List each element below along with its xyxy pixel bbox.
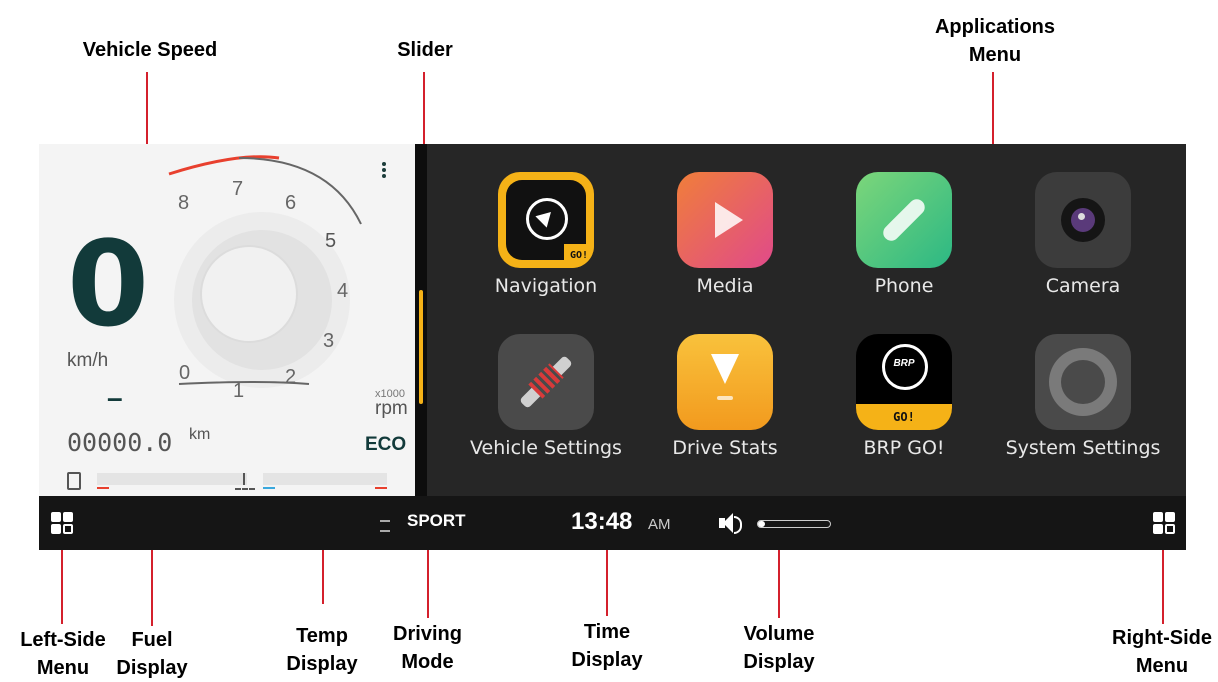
gear-icon[interactable] — [1035, 334, 1131, 430]
app-media[interactable]: Media — [635, 172, 815, 297]
temp-cold-marker — [263, 487, 275, 489]
app-brp-go[interactable]: BRP GO! BRP GO! — [814, 334, 994, 459]
clock-time: 13:48 — [571, 508, 633, 535]
speed-value: 0 — [67, 215, 150, 353]
app-label: System Settings — [1005, 437, 1161, 459]
volume-fill — [758, 521, 766, 527]
rpm-tick-2: 2 — [285, 366, 297, 388]
leader-slider — [423, 72, 425, 150]
rpm-tick-8: 8 — [178, 192, 190, 214]
rpm-unit: rpm — [375, 398, 408, 419]
temp-bar — [263, 473, 387, 485]
leader-driving-mode — [427, 540, 429, 618]
left-side-menu-button[interactable] — [51, 512, 73, 534]
drive-mode-label[interactable]: SPORT — [407, 511, 466, 531]
rpm-tick-7: 7 — [232, 178, 244, 200]
right-side-menu-button[interactable] — [1153, 512, 1175, 534]
coolant-temp-icon — [235, 470, 255, 490]
fuel-bar — [97, 473, 247, 485]
callout-driving-mode: Driving Mode — [393, 623, 462, 673]
screen-slider[interactable] — [415, 144, 427, 496]
app-label: Navigation — [494, 275, 598, 297]
app-phone[interactable]: Phone — [814, 172, 994, 297]
leader-vehicle-speed — [146, 72, 148, 148]
volume-speaker-icon[interactable] — [719, 511, 743, 535]
callout-temp-display: Temp Display — [286, 625, 358, 675]
app-label: Media — [696, 275, 754, 297]
callout-left-side-menu: Left-Side Menu — [20, 629, 106, 679]
rpm-tick-6: 6 — [285, 192, 297, 214]
app-camera[interactable]: Camera — [993, 172, 1173, 297]
leader-left-side-menu — [61, 540, 63, 624]
speed-unit: km/h — [67, 350, 109, 371]
options-kebab-icon[interactable] — [382, 162, 388, 178]
rpm-tick-4: 4 — [337, 280, 349, 302]
app-navigation[interactable]: GO! Navigation — [456, 172, 636, 297]
eco-indicator: ECO — [365, 434, 407, 455]
leader-time-display — [606, 540, 608, 616]
rpm-tick-3: 3 — [323, 330, 335, 352]
app-drive-stats[interactable]: Drive Stats — [635, 334, 815, 459]
rpm-tick-1: 1 — [233, 380, 245, 402]
slider-handle[interactable] — [419, 290, 423, 404]
rpm-tick-0: 0 — [179, 362, 191, 384]
brp-logo-icon[interactable]: BRP GO! — [856, 334, 952, 430]
app-label: Camera — [1045, 275, 1121, 297]
callout-time-display: Time Display — [571, 621, 643, 671]
bottom-status-bar: SPORT 13:48 AM — [39, 496, 1186, 550]
app-system-settings[interactable]: System Settings — [993, 334, 1173, 459]
media-play-icon[interactable] — [677, 172, 773, 268]
odometer-value: 00000.0 — [67, 428, 173, 457]
leader-volume-display — [778, 540, 780, 618]
display-screen: 0 1 2 3 4 5 6 7 8 0 km/h – x1000 rpm 000… — [39, 144, 1186, 550]
phone-handset-icon[interactable] — [856, 172, 952, 268]
fuel-low-marker — [97, 487, 109, 489]
suspension-shock-icon[interactable] — [498, 334, 594, 430]
applications-menu: GO! Navigation Media Phone Camera Vehicl… — [427, 144, 1186, 496]
callout-slider: Slider — [397, 39, 453, 61]
app-vehicle-settings[interactable]: Vehicle Settings — [456, 334, 636, 459]
odometer-unit: km — [189, 426, 211, 443]
app-label: Drive Stats — [672, 437, 778, 459]
fuel-display — [67, 470, 251, 492]
temp-display — [235, 470, 391, 492]
drive-stats-icon[interactable] — [677, 334, 773, 430]
callout-applications-menu: Applications Menu — [934, 16, 1055, 66]
navigation-compass-icon[interactable]: GO! — [498, 172, 594, 268]
brp-logo-text: BRP — [893, 358, 915, 369]
brp-go-badge: GO! — [856, 404, 952, 430]
rpm-tick-5: 5 — [325, 230, 337, 252]
callout-vehicle-speed: Vehicle Speed — [82, 39, 218, 61]
app-label: BRP GO! — [863, 437, 945, 459]
callout-right-side-menu: Right-Side Menu — [1112, 627, 1212, 677]
camera-lens-icon[interactable] — [1035, 172, 1131, 268]
leader-right-side-menu — [1162, 540, 1164, 624]
app-label: Phone — [874, 275, 934, 297]
clock-ampm: AM — [648, 516, 671, 533]
volume-slider[interactable] — [757, 520, 831, 528]
callout-fuel-display: Fuel Display — [116, 629, 188, 679]
temp-hot-marker — [375, 487, 387, 489]
gauge-hub — [200, 245, 298, 343]
fuel-pump-icon — [67, 472, 81, 490]
instrument-cluster: 0 1 2 3 4 5 6 7 8 0 km/h – x1000 rpm 000… — [39, 144, 415, 496]
drive-mode-icon — [380, 520, 390, 532]
gear-indicator: – — [107, 382, 123, 413]
nav-go-badge: GO! — [564, 244, 594, 268]
app-label: Vehicle Settings — [470, 437, 622, 459]
callout-volume-display: Volume Display — [743, 623, 815, 673]
